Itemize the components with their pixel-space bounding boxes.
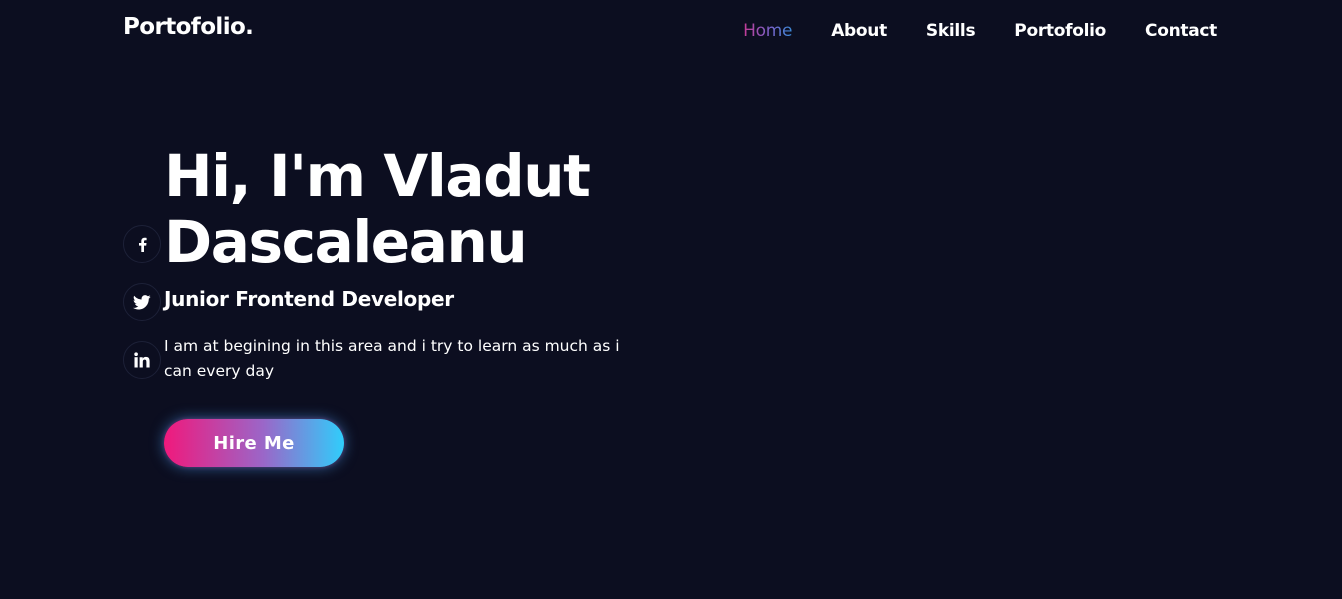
linkedin-link[interactable]	[123, 341, 161, 379]
nav-item-about: About	[831, 21, 887, 41]
site-logo[interactable]: Portofolio.	[123, 14, 254, 40]
facebook-icon	[138, 237, 147, 252]
facebook-link[interactable]	[123, 225, 161, 263]
nav-item-portofolio: Portofolio	[1014, 21, 1106, 41]
nav-item-home: Home	[743, 21, 792, 41]
nav-link-skills[interactable]: Skills	[926, 21, 976, 41]
twitter-icon	[133, 294, 151, 310]
nav-item-contact: Contact	[1145, 21, 1217, 41]
nav-link-about[interactable]: About	[831, 21, 887, 41]
hero-title: Hi, I'm Vladut Dascaleanu	[164, 142, 591, 276]
nav-link-home[interactable]: Home	[743, 21, 792, 41]
hero-subtitle: Junior Frontend Developer	[164, 287, 454, 311]
twitter-link[interactable]	[123, 283, 161, 321]
social-links	[123, 225, 161, 379]
hero-section: Hi, I'm Vladut Dascaleanu Junior Fronten…	[164, 143, 644, 384]
linkedin-icon	[134, 352, 150, 368]
hire-me-button[interactable]: Hire Me	[164, 419, 344, 467]
nav-link-portofolio[interactable]: Portofolio	[1014, 21, 1106, 41]
nav-link-contact[interactable]: Contact	[1145, 21, 1217, 41]
hero-description: I am at begining in this area and i try …	[164, 337, 620, 380]
nav-item-skills: Skills	[926, 21, 976, 41]
nav-list: Home About Skills Portofolio Contact	[743, 21, 1217, 41]
